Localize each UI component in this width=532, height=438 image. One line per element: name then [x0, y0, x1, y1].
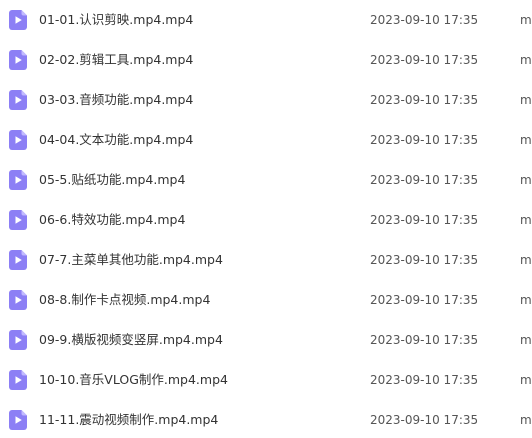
video-file-icon	[9, 130, 27, 150]
icon-fold	[21, 330, 27, 336]
file-name[interactable]: 07-7.主菜单其他功能.mp4.mp4	[39, 240, 223, 280]
file-modified-date: 2023-09-10 17:35	[370, 373, 479, 387]
file-size: m	[520, 93, 532, 107]
video-file-icon	[9, 410, 27, 430]
file-size: m	[520, 253, 532, 267]
icon-fold	[21, 170, 27, 176]
icon-fold	[21, 250, 27, 256]
file-row[interactable]: 02-02.剪辑工具.mp4.mp4 2023-09-10 17:35 m	[0, 40, 532, 80]
file-row[interactable]: 08-8.制作卡点视频.mp4.mp4 2023-09-10 17:35 m	[0, 280, 532, 320]
file-modified-date: 2023-09-10 17:35	[370, 293, 479, 307]
video-file-icon	[9, 10, 27, 30]
video-file-icon	[9, 250, 27, 270]
file-row[interactable]: 01-01.认识剪映.mp4.mp4 2023-09-10 17:35 m	[0, 0, 532, 40]
video-file-icon	[9, 50, 27, 70]
file-row[interactable]: 10-10.音乐VLOG制作.mp4.mp4 2023-09-10 17:35 m	[0, 360, 532, 400]
file-name[interactable]: 06-6.特效功能.mp4.mp4	[39, 200, 185, 240]
file-modified-date: 2023-09-10 17:35	[370, 13, 479, 27]
file-name[interactable]: 05-5.贴纸功能.mp4.mp4	[39, 160, 185, 200]
file-row[interactable]: 09-9.横版视频变竖屏.mp4.mp4 2023-09-10 17:35 m	[0, 320, 532, 360]
icon-fold	[21, 410, 27, 416]
file-list: 01-01.认识剪映.mp4.mp4 2023-09-10 17:35 m 02-02…	[0, 0, 532, 438]
file-modified-date: 2023-09-10 17:35	[370, 253, 479, 267]
icon-fold	[21, 90, 27, 96]
file-name[interactable]: 08-8.制作卡点视频.mp4.mp4	[39, 280, 210, 320]
file-row[interactable]: 04-04.文本功能.mp4.mp4 2023-09-10 17:35 m	[0, 120, 532, 160]
file-size: m	[520, 13, 532, 27]
file-modified-date: 2023-09-10 17:35	[370, 53, 479, 67]
file-modified-date: 2023-09-10 17:35	[370, 93, 479, 107]
file-size: m	[520, 293, 532, 307]
file-name[interactable]: 04-04.文本功能.mp4.mp4	[39, 120, 193, 160]
file-size: m	[520, 413, 532, 427]
file-row[interactable]: 07-7.主菜单其他功能.mp4.mp4 2023-09-10 17:35 m	[0, 240, 532, 280]
file-name[interactable]: 09-9.横版视频变竖屏.mp4.mp4	[39, 320, 223, 360]
icon-fold	[21, 130, 27, 136]
file-modified-date: 2023-09-10 17:35	[370, 213, 479, 227]
file-name[interactable]: 01-01.认识剪映.mp4.mp4	[39, 0, 193, 40]
file-modified-date: 2023-09-10 17:35	[370, 133, 479, 147]
file-name[interactable]: 03-03.音频功能.mp4.mp4	[39, 80, 193, 120]
icon-fold	[21, 50, 27, 56]
file-size: m	[520, 53, 532, 67]
file-name[interactable]: 02-02.剪辑工具.mp4.mp4	[39, 40, 193, 80]
video-file-icon	[9, 330, 27, 350]
file-modified-date: 2023-09-10 17:35	[370, 173, 479, 187]
file-row[interactable]: 03-03.音频功能.mp4.mp4 2023-09-10 17:35 m	[0, 80, 532, 120]
icon-fold	[21, 370, 27, 376]
file-name[interactable]: 11-11.震动视频制作.mp4.mp4	[39, 400, 218, 438]
file-modified-date: 2023-09-10 17:35	[370, 333, 479, 347]
file-name[interactable]: 10-10.音乐VLOG制作.mp4.mp4	[39, 360, 228, 400]
video-file-icon	[9, 370, 27, 390]
icon-fold	[21, 10, 27, 16]
file-size: m	[520, 333, 532, 347]
icon-fold	[21, 290, 27, 296]
icon-fold	[21, 210, 27, 216]
file-row[interactable]: 05-5.贴纸功能.mp4.mp4 2023-09-10 17:35 m	[0, 160, 532, 200]
video-file-icon	[9, 290, 27, 310]
file-size: m	[520, 213, 532, 227]
file-size: m	[520, 373, 532, 387]
video-file-icon	[9, 210, 27, 230]
file-row[interactable]: 06-6.特效功能.mp4.mp4 2023-09-10 17:35 m	[0, 200, 532, 240]
file-row[interactable]: 11-11.震动视频制作.mp4.mp4 2023-09-10 17:35 m	[0, 400, 532, 438]
file-size: m	[520, 133, 532, 147]
video-file-icon	[9, 170, 27, 190]
file-size: m	[520, 173, 532, 187]
video-file-icon	[9, 90, 27, 110]
file-modified-date: 2023-09-10 17:35	[370, 413, 479, 427]
